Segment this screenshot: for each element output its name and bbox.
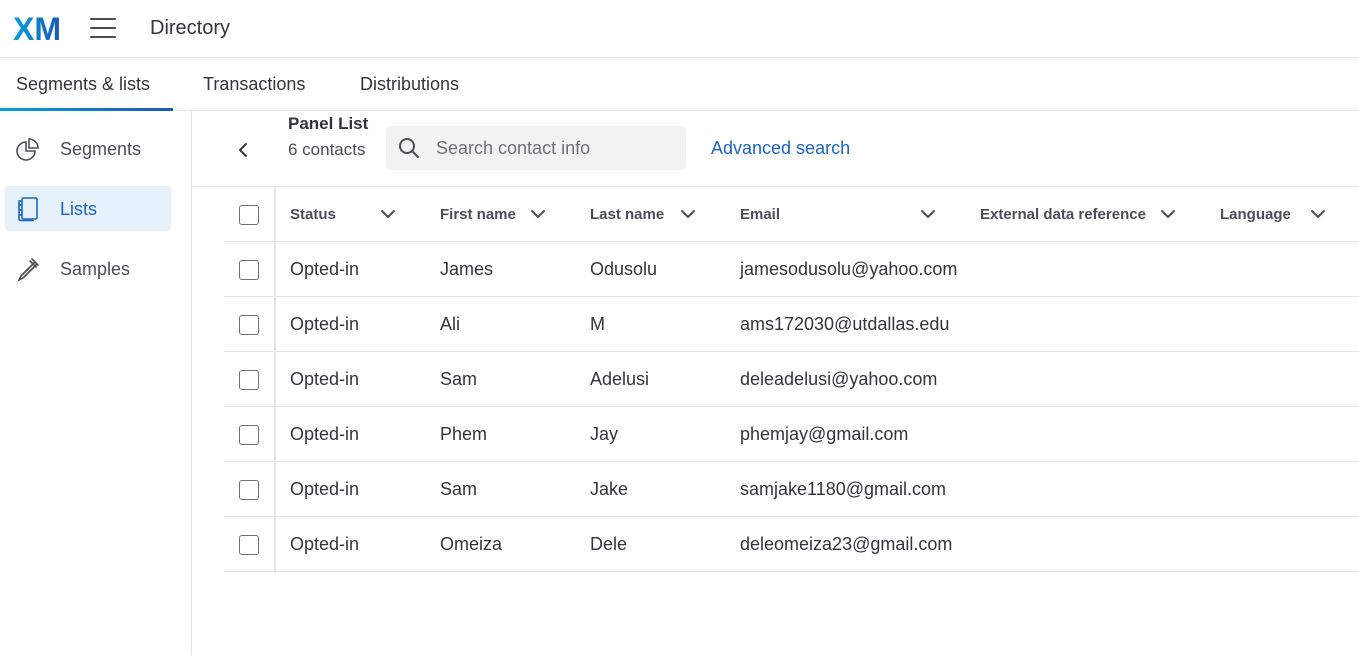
- contacts-table: Status First name Last name Email Extern…: [224, 187, 1359, 572]
- cell-first-name: Sam: [440, 479, 478, 499]
- sidebar: Segments Lists Samples: [0, 111, 192, 655]
- sidebar-item-label: Samples: [60, 259, 131, 279]
- sidebar-item-lists[interactable]: Lists: [5, 186, 171, 231]
- tab-transactions[interactable]: Transactions: [203, 59, 305, 110]
- cell-last-name: M: [590, 314, 605, 334]
- xm-logo-icon[interactable]: XM: [13, 12, 61, 44]
- svg-text:XM: XM: [13, 12, 61, 44]
- table-header-row: Status First name Last name Email Extern…: [224, 187, 1359, 242]
- cell-email: deleadelusi@yahoo.com: [740, 369, 938, 389]
- row-checkbox[interactable]: [239, 480, 259, 500]
- chevron-down-icon[interactable]: [921, 208, 935, 220]
- cell-status: Opted-in: [290, 424, 360, 444]
- cell-email: jamesodusolu@yahoo.com: [740, 259, 958, 279]
- notebook-icon: [18, 197, 38, 222]
- cell-status: Opted-in: [290, 314, 360, 334]
- cell-first-name: Phem: [440, 424, 488, 444]
- cell-status: Opted-in: [290, 479, 360, 499]
- contact-count: 6 contacts: [288, 140, 366, 159]
- cell-email: samjake1180@gmail.com: [740, 479, 947, 499]
- column-header-email[interactable]: Email: [740, 187, 780, 242]
- chevron-down-icon[interactable]: [381, 208, 395, 220]
- search-box[interactable]: [386, 126, 686, 170]
- cell-first-name: Ali: [440, 314, 461, 334]
- chevron-down-icon[interactable]: [681, 208, 695, 220]
- cell-email: ams172030@utdallas.edu: [740, 314, 950, 334]
- cell-first-name: Sam: [440, 369, 478, 389]
- pipette-icon: [17, 258, 39, 282]
- cell-last-name: Dele: [590, 534, 628, 554]
- main-tabs: Segments & lists Transactions Distributi…: [0, 59, 1359, 111]
- cell-last-name: Odusolu: [590, 259, 658, 279]
- column-header-last-name[interactable]: Last name: [590, 187, 664, 242]
- sidebar-item-label: Lists: [60, 199, 98, 219]
- chevron-left-icon[interactable]: [233, 139, 255, 161]
- cell-first-name: James: [440, 259, 494, 279]
- search-icon: [399, 138, 419, 158]
- list-title: Panel List: [288, 114, 369, 133]
- cell-last-name: Jay: [590, 424, 619, 444]
- cell-email: deleomeiza23@gmail.com: [740, 534, 953, 554]
- column-header-external-data-reference[interactable]: External data reference: [980, 187, 1146, 242]
- row-checkbox[interactable]: [239, 260, 259, 280]
- sidebar-item-segments[interactable]: Segments: [5, 126, 171, 171]
- table-row[interactable]: Opted-in Sam Jake samjake1180@gmail.com: [224, 462, 1359, 517]
- sidebar-item-samples[interactable]: Samples: [5, 246, 171, 291]
- row-checkbox[interactable]: [239, 535, 259, 555]
- list-header: Panel List 6 contacts Advanced search: [193, 111, 1359, 187]
- top-bar: XM Directory: [0, 0, 1359, 58]
- page-title: Directory: [150, 17, 231, 39]
- table-row[interactable]: Opted-in Sam Adelusi deleadelusi@yahoo.c…: [224, 352, 1359, 407]
- cell-first-name: Omeiza: [440, 534, 503, 554]
- cell-last-name: Jake: [590, 479, 629, 499]
- cell-status: Opted-in: [290, 534, 360, 554]
- advanced-search-link[interactable]: Advanced search: [711, 137, 850, 159]
- menu-icon[interactable]: [90, 18, 116, 40]
- cell-email: phemjay@gmail.com: [740, 424, 909, 444]
- sidebar-item-label: Segments: [60, 139, 142, 159]
- cell-status: Opted-in: [290, 259, 360, 279]
- cell-status: Opted-in: [290, 369, 360, 389]
- chevron-down-icon[interactable]: [1161, 208, 1175, 220]
- row-checkbox[interactable]: [239, 370, 259, 390]
- cell-last-name: Adelusi: [590, 369, 650, 389]
- chevron-down-icon[interactable]: [1311, 208, 1325, 220]
- chevron-down-icon[interactable]: [531, 208, 545, 220]
- column-header-language[interactable]: Language: [1220, 187, 1291, 242]
- tab-segments-lists[interactable]: Segments & lists: [0, 59, 173, 111]
- table-row[interactable]: Opted-in Phem Jay phemjay@gmail.com: [224, 407, 1359, 462]
- row-checkbox[interactable]: [239, 315, 259, 335]
- row-checkbox[interactable]: [239, 425, 259, 445]
- table-row[interactable]: Opted-in Omeiza Dele deleomeiza23@gmail.…: [224, 517, 1359, 572]
- search-input[interactable]: [436, 126, 676, 170]
- column-header-status[interactable]: Status: [290, 187, 336, 242]
- tab-distributions[interactable]: Distributions: [360, 59, 459, 110]
- table-row[interactable]: Opted-in James Odusolu jamesodusolu@yaho…: [224, 242, 1359, 297]
- column-header-first-name[interactable]: First name: [440, 187, 516, 242]
- select-all-checkbox[interactable]: [239, 205, 259, 225]
- table-row[interactable]: Opted-in Ali M ams172030@utdallas.edu: [224, 297, 1359, 352]
- pie-chart-icon: [16, 138, 39, 161]
